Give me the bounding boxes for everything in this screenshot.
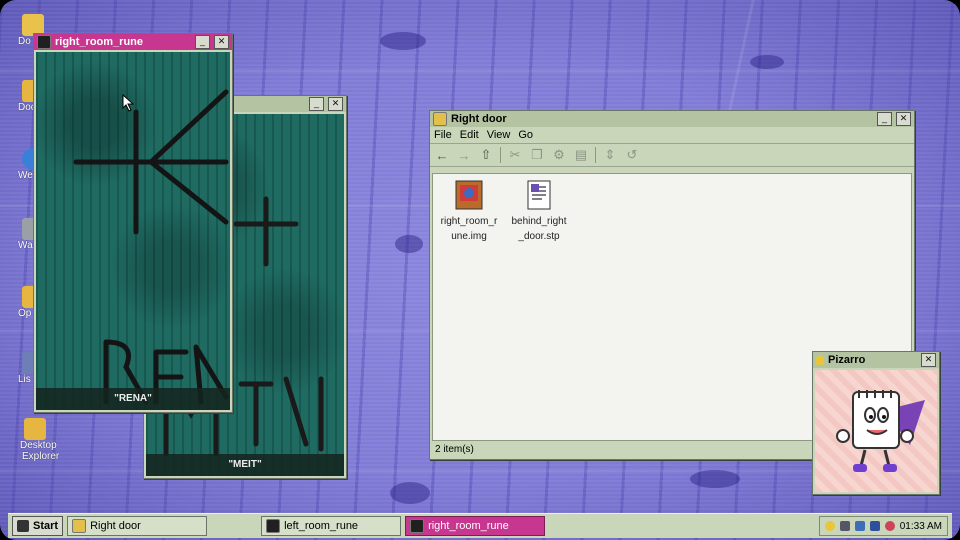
file-name-line: _door.stp <box>518 231 560 242</box>
window-titlebar[interactable]: Pizarro ✕ <box>813 352 939 368</box>
keyboard-icon[interactable] <box>839 521 850 531</box>
forward-arrow-icon[interactable]: → <box>456 147 472 163</box>
task-label: Right door <box>90 520 141 532</box>
pizarro-calendar-character[interactable] <box>815 370 937 492</box>
image-viewer-icon <box>37 35 51 49</box>
toolbar-separator <box>595 147 596 163</box>
document-file-icon <box>525 180 553 210</box>
close-button[interactable]: ✕ <box>328 97 343 111</box>
file-name-line: behind_right <box>511 216 567 227</box>
back-arrow-icon[interactable]: ← <box>434 147 450 163</box>
start-button[interactable]: Start <box>12 516 64 536</box>
toolbar-separator <box>500 147 501 163</box>
undo-icon[interactable]: ↺ <box>624 147 640 163</box>
taskbar-item-right-room-rune[interactable]: right_room_rune <box>405 516 546 536</box>
image-viewer-icon <box>266 519 281 533</box>
folder-icon <box>433 112 447 126</box>
wood-knot <box>390 482 430 504</box>
start-label: Start <box>33 520 59 532</box>
cut-icon[interactable]: ✂ <box>507 147 523 163</box>
task-label: left_room_rune <box>284 520 359 532</box>
up-folder-icon[interactable]: ⇧ <box>478 147 494 163</box>
task-label: right_room_rune <box>428 520 509 532</box>
right-room-rune-window[interactable]: right_room_rune _ ✕ "RENA" <box>33 33 233 413</box>
window-titlebar[interactable]: right_room_rune _ ✕ <box>34 34 232 50</box>
menu-view[interactable]: View <box>487 129 511 141</box>
file-name-line: right_room_r <box>440 216 498 227</box>
rune-caption: "RENA" <box>36 388 230 410</box>
rune-caption: "MEIT" <box>146 454 344 476</box>
minimize-button[interactable]: _ <box>877 112 892 126</box>
close-button[interactable]: ✕ <box>214 35 229 49</box>
folder-icon <box>72 519 87 533</box>
toolbar: ← → ⇧ ✂ ❐ ⚙ ▤ ⇕ ↺ <box>430 143 914 167</box>
window-title: Pizarro <box>828 354 866 366</box>
start-logo-icon <box>17 520 29 532</box>
lightbulb-icon <box>816 355 824 365</box>
menu-edit[interactable]: Edit <box>460 129 479 141</box>
wood-knot <box>750 55 784 69</box>
wood-knot <box>690 470 740 488</box>
wood-knot <box>380 32 426 50</box>
clock-icon <box>884 521 895 531</box>
clock-time: 01:33 AM <box>899 520 942 532</box>
paste-icon[interactable]: ▤ <box>573 147 589 163</box>
menu-file[interactable]: File <box>434 129 452 141</box>
menu-go[interactable]: Go <box>518 129 533 141</box>
mouse-cursor-icon <box>122 93 136 115</box>
taskbar-item-right-door[interactable]: Right door <box>67 516 208 536</box>
desktop: Do Doc Web Wa Op Lis Desktop Explorer e … <box>0 0 960 540</box>
minimize-button[interactable]: _ <box>309 97 324 111</box>
taskbar-item-left-room-rune[interactable]: left_room_rune <box>261 516 402 536</box>
desktop-icon-label: Explorer <box>22 451 60 462</box>
volume-icon[interactable] <box>869 521 880 531</box>
wood-knot <box>395 235 423 253</box>
lightbulb-icon[interactable] <box>824 521 835 531</box>
image-file-icon <box>455 180 483 210</box>
close-button[interactable]: ✕ <box>921 353 936 367</box>
taskbar: Start Right door left_room_rune right_ro… <box>8 513 952 538</box>
copy-icon[interactable]: ❐ <box>529 147 545 163</box>
folder-icon <box>24 418 46 440</box>
minimize-button[interactable]: _ <box>195 35 210 49</box>
network-icon[interactable] <box>854 521 865 531</box>
image-viewer-icon <box>410 519 425 533</box>
plank-line <box>728 0 755 110</box>
window-title: right_room_rune <box>55 36 144 48</box>
file-item[interactable]: right_room_r une.img <box>437 180 501 244</box>
window-titlebar[interactable]: Right door _ ✕ <box>430 111 914 127</box>
menu-bar: File Edit View Go <box>430 127 914 143</box>
close-button[interactable]: ✕ <box>896 112 911 126</box>
assistant-panel <box>815 370 937 492</box>
window-title: Right door <box>451 113 507 125</box>
desktop-icon-label: Desktop <box>20 440 57 451</box>
split-icon[interactable]: ⇕ <box>602 147 618 163</box>
desktop-icon-explorer[interactable]: Desktop Explorer <box>14 418 84 462</box>
file-item[interactable]: behind_right _door.stp <box>507 180 571 244</box>
file-name-line: une.img <box>451 231 487 242</box>
settings-gear-icon[interactable]: ⚙ <box>551 147 567 163</box>
pizarro-assistant-window[interactable]: Pizarro ✕ <box>812 351 940 495</box>
system-tray: 01:33 AM <box>818 516 948 536</box>
